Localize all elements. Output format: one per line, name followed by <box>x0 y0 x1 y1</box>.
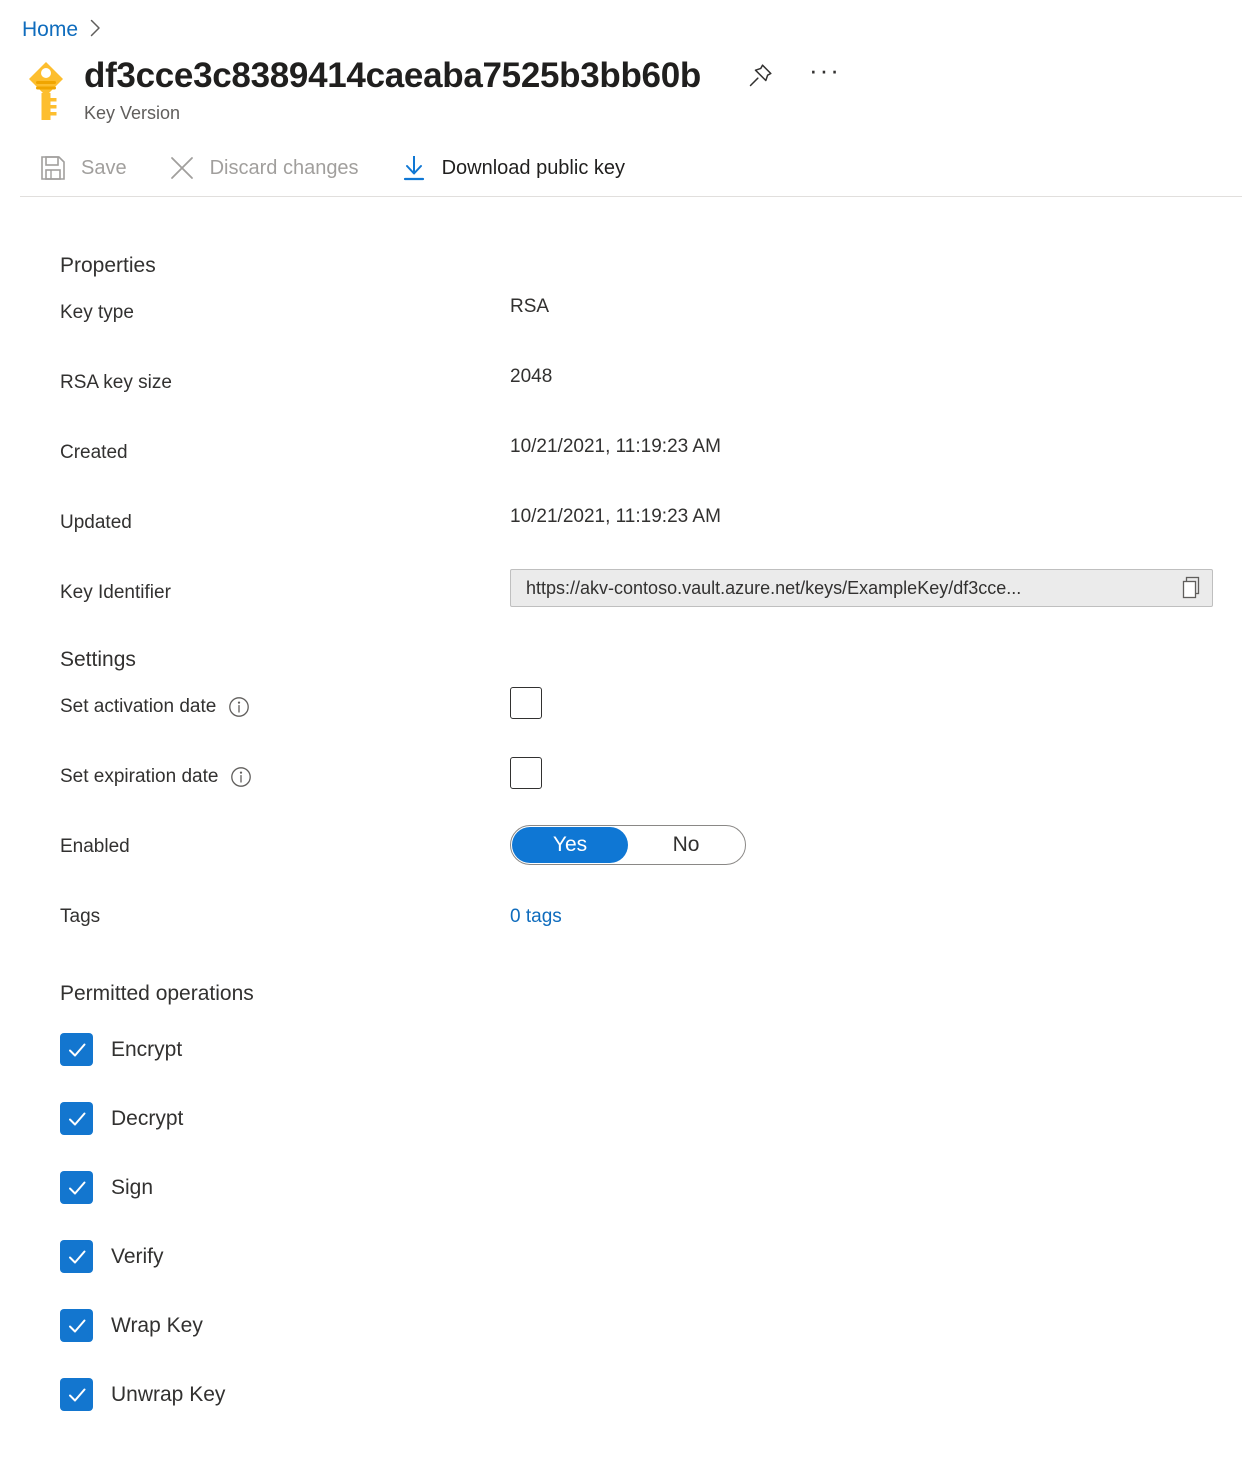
ellipsis-icon[interactable]: ··· <box>809 65 841 87</box>
rsa-key-size-value: 2048 <box>510 349 552 389</box>
unwrap-key-label: Unwrap Key <box>111 1382 225 1408</box>
verify-checkbox[interactable] <box>60 1240 93 1273</box>
settings-heading: Settings <box>60 647 1242 673</box>
enabled-toggle-yes[interactable]: Yes <box>512 827 628 863</box>
setting-row-activation-date: Set activation date <box>60 673 1242 743</box>
page-header: df3cce3c8389414caeaba7525b3bb60b ··· Key… <box>0 44 1242 140</box>
setting-row-tags: Tags 0 tags <box>60 883 1242 953</box>
save-floppy-icon <box>38 153 68 183</box>
operation-row-sign: Sign <box>60 1153 1242 1222</box>
permitted-operations-heading: Permitted operations <box>60 981 1242 1007</box>
enabled-toggle-no[interactable]: No <box>628 827 744 863</box>
toolbar-divider <box>20 196 1242 197</box>
updated-value: 10/21/2021, 11:19:23 AM <box>510 489 721 529</box>
set-activation-date-label: Set activation date <box>60 673 510 719</box>
properties-heading: Properties <box>60 253 1242 279</box>
setting-row-expiration-date: Set expiration date <box>60 743 1242 813</box>
info-circle-icon[interactable] <box>230 766 252 788</box>
enabled-label: Enabled <box>60 813 510 859</box>
property-row-key-type: Key type RSA <box>60 279 1242 349</box>
download-arrow-icon <box>399 153 429 183</box>
property-row-updated: Updated 10/21/2021, 11:19:23 AM <box>60 489 1242 559</box>
key-icon <box>22 60 70 124</box>
encrypt-label: Encrypt <box>111 1037 182 1063</box>
operation-row-unwrap-key: Unwrap Key <box>60 1360 1242 1429</box>
set-expiration-date-checkbox[interactable] <box>510 757 542 789</box>
close-x-icon <box>167 153 197 183</box>
verify-label: Verify <box>111 1244 164 1270</box>
tags-label: Tags <box>60 883 510 929</box>
save-label: Save <box>81 157 127 180</box>
unwrap-key-checkbox[interactable] <box>60 1378 93 1411</box>
decrypt-label: Decrypt <box>111 1106 183 1132</box>
property-row-created: Created 10/21/2021, 11:19:23 AM <box>60 419 1242 489</box>
key-identifier-field[interactable]: https://akv-contoso.vault.azure.net/keys… <box>510 569 1213 607</box>
key-identifier-label: Key Identifier <box>60 559 510 605</box>
enabled-toggle[interactable]: Yes No <box>510 825 746 865</box>
created-value: 10/21/2021, 11:19:23 AM <box>510 419 721 459</box>
property-row-key-identifier: Key Identifier https://akv-contoso.vault… <box>60 559 1242 629</box>
info-circle-icon[interactable] <box>228 696 250 718</box>
download-public-key-button[interactable]: Download public key <box>399 146 639 190</box>
discard-changes-label: Discard changes <box>210 157 359 180</box>
operation-row-decrypt: Decrypt <box>60 1084 1242 1153</box>
rsa-key-size-label: RSA key size <box>60 349 510 395</box>
wrap-key-checkbox[interactable] <box>60 1309 93 1342</box>
key-type-label: Key type <box>60 279 510 325</box>
key-type-value: RSA <box>510 279 549 319</box>
set-expiration-date-text: Set expiration date <box>60 765 218 789</box>
page-title: df3cce3c8389414caeaba7525b3bb60b <box>84 54 701 98</box>
sign-checkbox[interactable] <box>60 1171 93 1204</box>
sign-label: Sign <box>111 1175 153 1201</box>
download-public-key-label: Download public key <box>442 157 625 180</box>
breadcrumb: Home <box>0 0 1242 44</box>
tags-link[interactable]: 0 tags <box>510 883 562 929</box>
main-content: Properties Key type RSA RSA key size 204… <box>0 253 1242 1429</box>
operation-row-verify: Verify <box>60 1222 1242 1291</box>
encrypt-checkbox[interactable] <box>60 1033 93 1066</box>
permitted-operations-list: Encrypt Decrypt Sign <box>60 1015 1242 1429</box>
decrypt-checkbox[interactable] <box>60 1102 93 1135</box>
setting-row-enabled: Enabled Yes No <box>60 813 1242 883</box>
created-label: Created <box>60 419 510 465</box>
set-expiration-date-label: Set expiration date <box>60 743 510 789</box>
set-activation-date-text: Set activation date <box>60 695 216 719</box>
breadcrumb-home-link[interactable]: Home <box>22 19 78 40</box>
set-activation-date-checkbox[interactable] <box>510 687 542 719</box>
wrap-key-label: Wrap Key <box>111 1313 203 1339</box>
property-row-rsa-key-size: RSA key size 2048 <box>60 349 1242 419</box>
page-subtitle: Key Version <box>84 102 841 124</box>
command-toolbar: Save Discard changes Download public key <box>0 140 1242 196</box>
save-button[interactable]: Save <box>38 146 141 190</box>
toolbar-spacer-2 <box>373 168 399 169</box>
operation-row-wrap-key: Wrap Key <box>60 1291 1242 1360</box>
key-identifier-value: https://akv-contoso.vault.azure.net/keys… <box>526 577 1172 599</box>
pin-icon[interactable] <box>745 61 775 91</box>
operation-row-encrypt: Encrypt <box>60 1015 1242 1084</box>
discard-changes-button[interactable]: Discard changes <box>167 146 373 190</box>
toolbar-spacer-1 <box>141 168 167 169</box>
updated-label: Updated <box>60 489 510 535</box>
copy-icon[interactable] <box>1172 576 1212 600</box>
breadcrumb-chevron-icon <box>90 19 101 40</box>
